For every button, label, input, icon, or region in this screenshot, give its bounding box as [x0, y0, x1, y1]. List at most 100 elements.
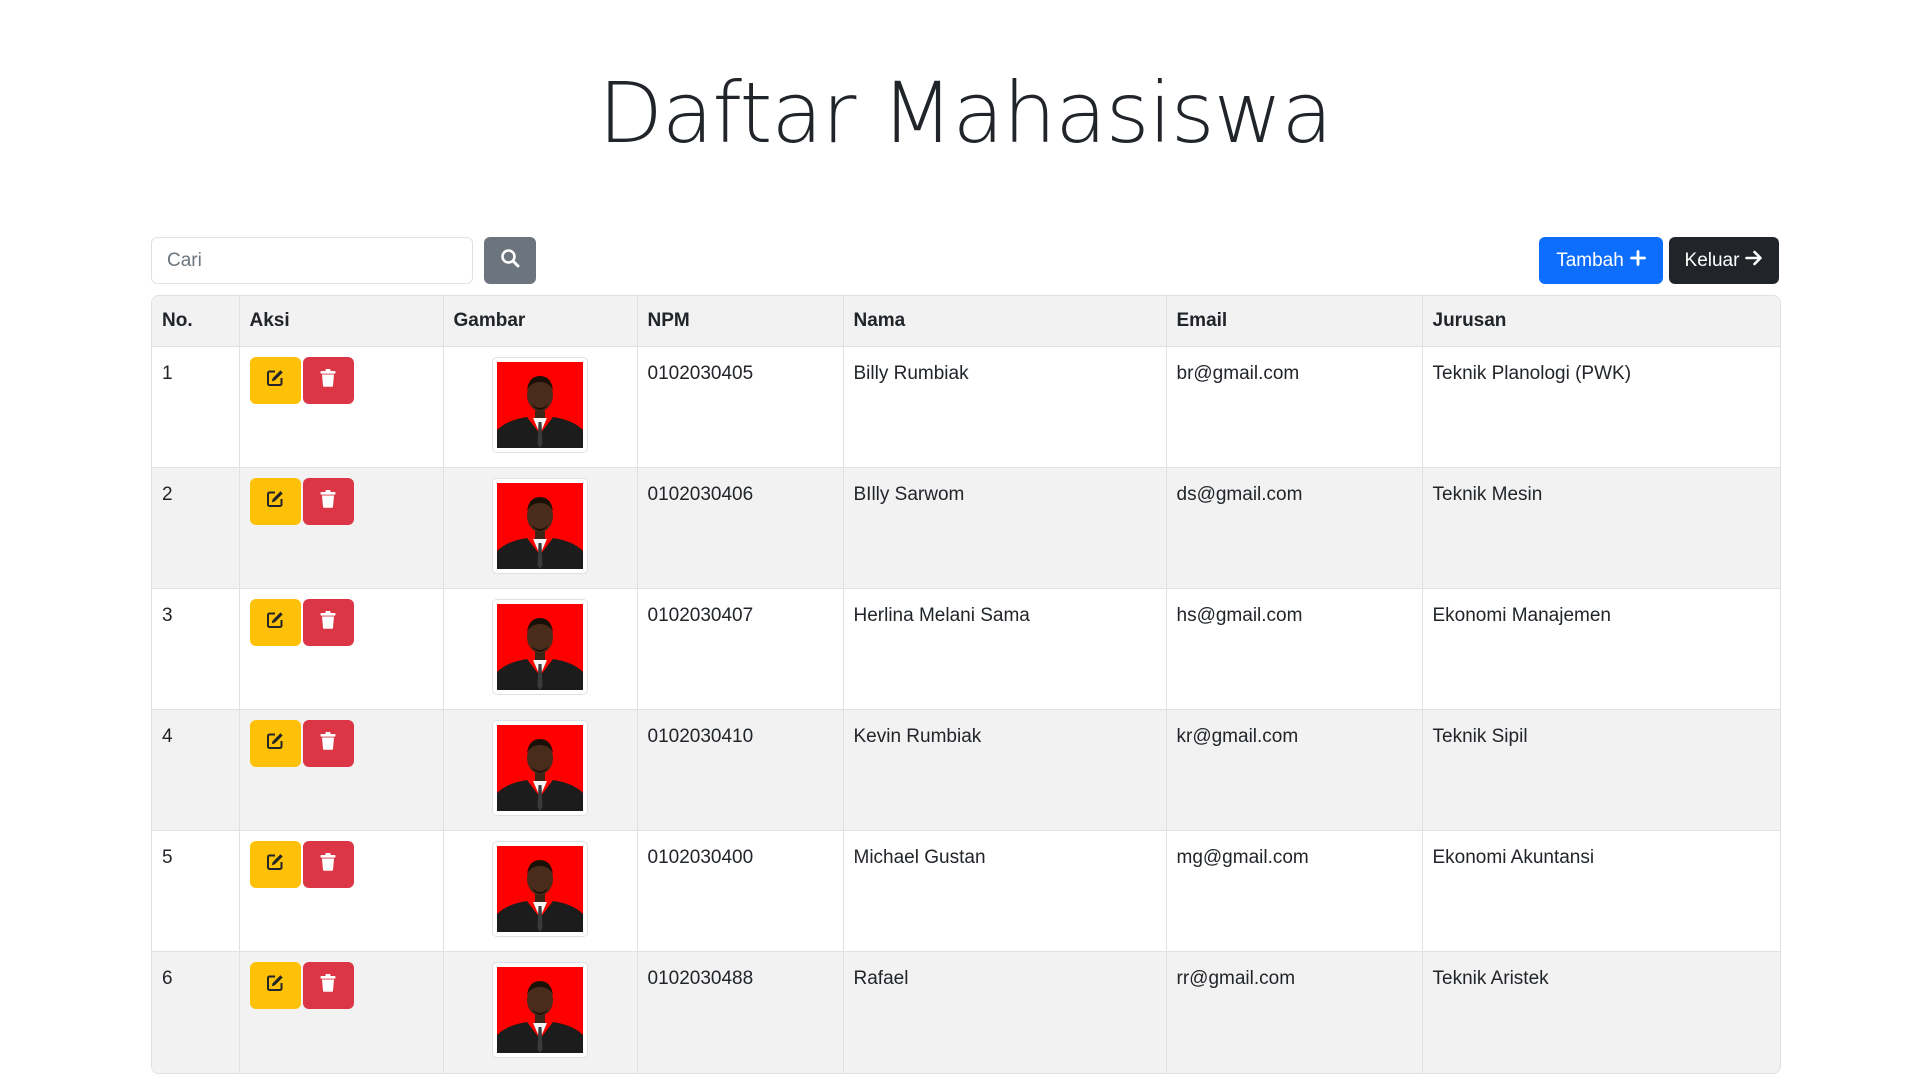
cell-npm: 0102030405 — [637, 346, 844, 468]
page-title: Daftar Mahasiswa — [598, 64, 1333, 162]
header-email: Email — [1166, 296, 1423, 347]
logout-button[interactable]: Keluar — [1669, 237, 1779, 284]
toolbar: Tambah Keluar — [151, 237, 1779, 284]
search-button[interactable] — [484, 237, 536, 284]
cell-nama: Kevin Rumbiak — [843, 709, 1167, 831]
cell-jurusan: Ekonomi Akuntansi — [1422, 830, 1780, 952]
cell-nama: Billy Rumbiak — [843, 346, 1167, 468]
trash-icon — [320, 610, 336, 635]
delete-button[interactable] — [302, 841, 354, 888]
cell-npm: 0102030488 — [637, 951, 844, 1073]
cell-jurusan: Teknik Mesin — [1422, 467, 1780, 589]
table-row: 5 0102030400 Michael Gustan mg@gmail.com… — [152, 830, 1780, 952]
search-icon — [500, 248, 520, 273]
cell-jurusan: Teknik Aristek — [1422, 951, 1780, 1073]
cell-email: kr@gmail.com — [1166, 709, 1423, 831]
edit-button[interactable] — [249, 720, 301, 767]
edit-button[interactable] — [249, 841, 301, 888]
cell-jurusan: Ekonomi Manajemen — [1422, 588, 1780, 710]
table-row: 3 0102030407 Herlina Melani Sama hs@gmai… — [152, 588, 1780, 710]
edit-button[interactable] — [249, 962, 301, 1009]
cell-no: 2 — [152, 467, 240, 589]
header-no: No. — [152, 296, 240, 347]
search-input[interactable] — [151, 237, 473, 284]
cell-photo — [443, 346, 638, 468]
table-row: 1 0102030405 Billy Rumbiak br@gmail.com … — [152, 346, 1780, 468]
cell-email: mg@gmail.com — [1166, 830, 1423, 952]
trash-icon — [320, 489, 336, 514]
cell-nama: Herlina Melani Sama — [843, 588, 1167, 710]
add-button[interactable]: Tambah — [1539, 237, 1663, 284]
cell-npm: 0102030410 — [637, 709, 844, 831]
delete-button[interactable] — [302, 357, 354, 404]
header-aksi: Aksi — [239, 296, 444, 347]
student-photo — [492, 357, 588, 453]
table-header-row: No. Aksi Gambar NPM Nama Email Jurusan — [152, 296, 1780, 347]
edit-icon — [265, 489, 285, 515]
cell-photo — [443, 830, 638, 952]
cell-actions — [239, 467, 444, 589]
cell-actions — [239, 951, 444, 1073]
cell-email: rr@gmail.com — [1166, 951, 1423, 1073]
cell-no: 4 — [152, 709, 240, 831]
logout-button-label: Keluar — [1684, 249, 1740, 271]
delete-button[interactable] — [302, 962, 354, 1009]
edit-icon — [265, 852, 285, 878]
header-nama: Nama — [843, 296, 1167, 347]
student-photo — [492, 720, 588, 816]
cell-no: 3 — [152, 588, 240, 710]
cell-npm: 0102030406 — [637, 467, 844, 589]
cell-jurusan: Teknik Sipil — [1422, 709, 1780, 831]
cell-no: 5 — [152, 830, 240, 952]
cell-jurusan: Teknik Planologi (PWK) — [1422, 346, 1780, 468]
trash-icon — [320, 852, 336, 877]
edit-button[interactable] — [249, 478, 301, 525]
student-table-container: No. Aksi Gambar NPM Nama Email Jurusan 1… — [151, 295, 1781, 1074]
edit-icon — [265, 731, 285, 757]
page: Daftar Mahasiswa Tambah Keluar — [0, 0, 1920, 1091]
cell-nama: Rafael — [843, 951, 1167, 1073]
student-photo — [492, 599, 588, 695]
table-row: 6 0102030488 Rafael rr@gmail.com Teknik … — [152, 951, 1780, 1073]
arrow-right-icon — [1745, 250, 1763, 272]
edit-icon — [265, 610, 285, 636]
cell-npm: 0102030400 — [637, 830, 844, 952]
cell-photo — [443, 951, 638, 1073]
header-jurusan: Jurusan — [1422, 296, 1780, 347]
student-table: No. Aksi Gambar NPM Nama Email Jurusan 1… — [152, 296, 1780, 1073]
cell-email: hs@gmail.com — [1166, 588, 1423, 710]
edit-icon — [265, 973, 285, 999]
delete-button[interactable] — [302, 720, 354, 767]
trash-icon — [320, 368, 336, 393]
plus-icon — [1629, 249, 1646, 272]
trash-icon — [320, 973, 336, 998]
cell-nama: BIlly Sarwom — [843, 467, 1167, 589]
cell-email: br@gmail.com — [1166, 346, 1423, 468]
trash-icon — [320, 731, 336, 756]
edit-button[interactable] — [249, 599, 301, 646]
table-row: 2 0102030406 BIlly Sarwom ds@gmail.com T… — [152, 467, 1780, 589]
student-photo — [492, 962, 588, 1058]
edit-icon — [265, 368, 285, 394]
cell-photo — [443, 709, 638, 831]
cell-npm: 0102030407 — [637, 588, 844, 710]
cell-photo — [443, 467, 638, 589]
cell-no: 1 — [152, 346, 240, 468]
delete-button[interactable] — [302, 478, 354, 525]
edit-button[interactable] — [249, 357, 301, 404]
cell-actions — [239, 709, 444, 831]
add-button-label: Tambah — [1556, 249, 1624, 271]
cell-actions — [239, 830, 444, 952]
delete-button[interactable] — [302, 599, 354, 646]
cell-nama: Michael Gustan — [843, 830, 1167, 952]
header-gambar: Gambar — [443, 296, 638, 347]
header-npm: NPM — [637, 296, 844, 347]
cell-actions — [239, 346, 444, 468]
cell-photo — [443, 588, 638, 710]
table-row: 4 0102030410 Kevin Rumbiak kr@gmail.com … — [152, 709, 1780, 831]
student-photo — [492, 478, 588, 574]
cell-email: ds@gmail.com — [1166, 467, 1423, 589]
student-photo — [492, 841, 588, 937]
cell-no: 6 — [152, 951, 240, 1073]
cell-actions — [239, 588, 444, 710]
